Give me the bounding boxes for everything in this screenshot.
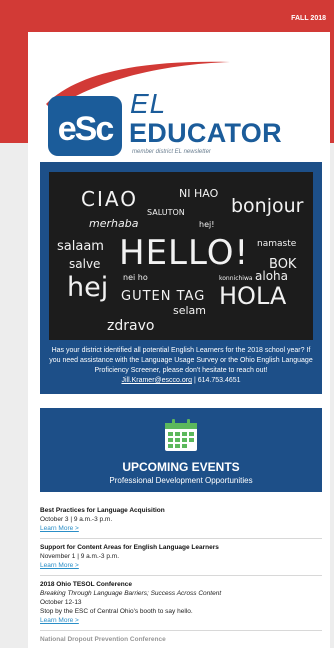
contact-phone: | 614.753.4651 xyxy=(193,377,241,384)
event-title: Best Practices for Language Acquisition xyxy=(40,507,165,514)
greeting-word: aloha xyxy=(255,269,288,283)
event-date: November 1 | 9 a.m.-3 p.m. xyxy=(40,553,119,560)
greeting-word: HELLO! xyxy=(119,233,249,273)
greeting-word: konnichiwa xyxy=(219,275,253,282)
learn-more-link[interactable]: Learn More > xyxy=(40,524,322,533)
greeting-word: hej! xyxy=(199,220,214,229)
chalkboard-image: CIAO NI HAO bonjour SALUTON merhaba hej!… xyxy=(49,172,313,340)
greeting-word: hej xyxy=(67,272,108,303)
greeting-word: zdravo xyxy=(107,318,154,334)
greeting-word: SALUTON xyxy=(147,208,185,217)
event-item: Support for Content Areas for English La… xyxy=(40,539,322,576)
greeting-word: salaam xyxy=(57,239,104,254)
greeting-word: CIAO xyxy=(81,187,138,211)
newsletter-title-el: EL xyxy=(130,88,167,119)
greeting-word: NI HAO xyxy=(179,187,219,200)
upcoming-events-banner: UPCOMING EVENTS Professional Development… xyxy=(40,408,322,492)
greeting-word: namaste xyxy=(257,239,297,249)
newsletter-tagline: member district EL newsletter xyxy=(132,149,211,155)
calendar-icon xyxy=(165,419,197,451)
contact-email-link[interactable]: Jill.Kramer@escco.org xyxy=(121,377,192,384)
event-item: National Dropout Prevention Conference xyxy=(40,631,322,648)
greeting-word: HOLA xyxy=(219,282,287,310)
greetings-graphic: CIAO NI HAO bonjour SALUTON merhaba hej!… xyxy=(57,187,304,334)
greeting-word: bonjour xyxy=(231,195,304,217)
events-subtitle: Professional Development Opportunities xyxy=(109,476,253,485)
event-subtitle: Breaking Through Language Barriers; Succ… xyxy=(40,590,222,597)
event-date: October 12-13 xyxy=(40,599,82,606)
greeting-word: merhaba xyxy=(89,217,139,230)
newsletter-card: eSc EL EDUCATOR member district EL newsl… xyxy=(28,32,330,648)
hero-message-text: Has your district identified all potenti… xyxy=(49,347,313,374)
learn-more-link[interactable]: Learn More > xyxy=(40,561,322,570)
event-title: 2018 Ohio TESOL Conference xyxy=(40,581,132,588)
greeting-word: salve xyxy=(69,257,100,271)
hero-contact: Jill.Kramer@escco.org | 614.753.4651 xyxy=(48,376,314,386)
learn-more-link[interactable]: Learn More > xyxy=(40,616,322,625)
logo-mark-text: eSc xyxy=(58,110,114,148)
event-note: Stop by the ESC of Central Ohio's booth … xyxy=(40,608,193,615)
newsletter-title-educator: EDUCATOR xyxy=(129,118,282,148)
greeting-word: GUTEN TAG xyxy=(121,289,205,304)
greeting-word: selam xyxy=(173,304,206,317)
event-date: October 3 | 9 a.m.-3 p.m. xyxy=(40,516,113,523)
hero-section: CIAO NI HAO bonjour SALUTON merhaba hej!… xyxy=(40,162,322,394)
hero-message: Has your district identified all potenti… xyxy=(48,346,314,386)
event-title: Support for Content Areas for English La… xyxy=(40,544,219,551)
event-list: Best Practices for Language Acquisition … xyxy=(40,502,322,648)
event-item: Best Practices for Language Acquisition … xyxy=(40,502,322,539)
event-item: 2018 Ohio TESOL Conference Breaking Thro… xyxy=(40,576,322,631)
event-title: National Dropout Prevention Conference xyxy=(40,636,166,643)
newsletter-logo: eSc EL EDUCATOR member district EL newsl… xyxy=(40,52,325,162)
edition-label: FALL 2018 xyxy=(291,15,326,22)
greeting-word: nei ho xyxy=(123,273,148,282)
events-title: UPCOMING EVENTS xyxy=(122,460,240,474)
